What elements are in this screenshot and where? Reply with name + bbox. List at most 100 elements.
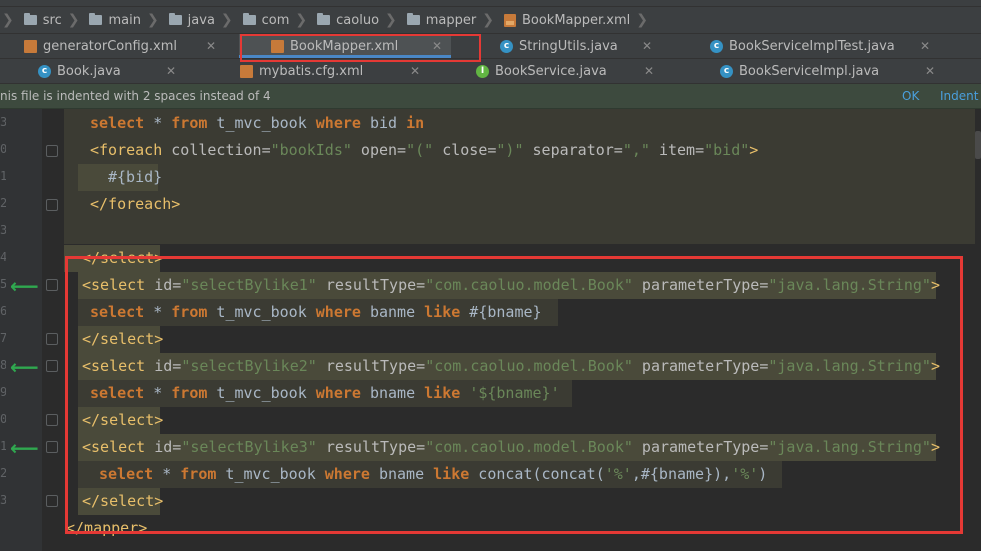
- tab-stringutils[interactable]: c StringUtils.java ✕: [500, 34, 660, 58]
- tab-book[interactable]: c Book.java ✕: [38, 59, 188, 83]
- close-icon[interactable]: ✕: [925, 64, 935, 78]
- breadcrumb-item-java[interactable]: java ❯: [163, 7, 237, 33]
- tab-label: StringUtils.java: [519, 38, 618, 54]
- breadcrumb-item-caoluo[interactable]: caoluo ❯: [311, 7, 401, 33]
- chevron-right-icon: ❯: [385, 12, 397, 28]
- code-token: ",": [622, 141, 650, 159]
- line-number: 3: [0, 493, 6, 507]
- breadcrumb-label: com: [261, 12, 290, 28]
- tab-label: BookServiceImpl.java: [739, 63, 880, 79]
- editor-tabs-row-1: generatorConfig.xml ✕ BookMapper.xml ✕ c…: [0, 34, 981, 59]
- folder-icon: [89, 13, 103, 25]
- fold-marker-icon[interactable]: [46, 333, 58, 345]
- indent-notification-bar: nis file is indented with 2 spaces inste…: [0, 84, 981, 109]
- code-line: </foreach>: [90, 191, 180, 218]
- code-token: in: [406, 114, 425, 132]
- breadcrumb-item-com[interactable]: com ❯: [237, 7, 312, 33]
- arrow-left-icon: ⟵: [10, 274, 39, 298]
- code-line: #{bid}: [108, 164, 162, 191]
- tab-label: generatorConfig.xml: [43, 38, 178, 54]
- line-number: 8: [0, 358, 6, 372]
- tab-label: Book.java: [57, 63, 121, 79]
- folder-icon: [242, 13, 256, 25]
- code-token: "bid": [704, 141, 750, 159]
- fold-column: [42, 109, 64, 551]
- breadcrumb-label: BookMapper.xml: [521, 12, 631, 28]
- folder-icon: [168, 13, 182, 25]
- code-token: "bookIds": [270, 141, 352, 159]
- code-token: close=: [433, 141, 497, 159]
- chevron-right-icon: ❯: [220, 12, 233, 28]
- fold-marker-icon[interactable]: [46, 414, 58, 426]
- tab-mybatis-cfg[interactable]: mybatis.cfg.xml ✕: [240, 59, 440, 83]
- chevron-right-icon: ❯: [295, 12, 308, 28]
- line-number: 4: [0, 250, 6, 264]
- ok-link[interactable]: OK: [902, 89, 919, 103]
- tab-bookservice[interactable]: I BookService.java ✕: [476, 59, 656, 83]
- line-number: 9: [0, 385, 6, 399]
- chevron-right-icon: ❯: [146, 12, 159, 28]
- breadcrumb-label: caoluo: [336, 12, 380, 28]
- code-token: #{bid}: [108, 168, 163, 186]
- folder-icon: [23, 13, 37, 25]
- annotation-highlight-tab: [240, 34, 481, 62]
- code-token: >: [749, 141, 759, 159]
- code-token: item=: [649, 141, 705, 159]
- tab-bookserviceimpl[interactable]: c BookServiceImpl.java ✕: [720, 59, 940, 83]
- xml-file-icon: [240, 64, 253, 78]
- fold-marker-icon[interactable]: [46, 279, 58, 291]
- tab-bookserviceimpltest[interactable]: c BookServiceImplTest.java ✕: [710, 34, 940, 58]
- code-token: separator=: [523, 141, 623, 159]
- code-token: *: [144, 114, 172, 132]
- fold-marker-icon[interactable]: [46, 495, 58, 507]
- close-icon[interactable]: ✕: [644, 64, 654, 78]
- class-icon: c: [710, 39, 723, 53]
- breadcrumb: ❯ src ❯ main ❯ java ❯ com ❯ caoluo ❯ mapper ❯ …: [0, 7, 981, 34]
- close-icon[interactable]: ✕: [410, 64, 420, 78]
- line-number: 3: [0, 115, 6, 129]
- code-token: collection=: [162, 141, 271, 159]
- indent-link[interactable]: Indent: [940, 89, 978, 103]
- breadcrumb-item-src[interactable]: src ❯: [18, 7, 84, 33]
- folder-icon: [406, 13, 420, 25]
- line-number: 7: [0, 331, 6, 345]
- code-token: "(": [406, 141, 434, 159]
- vertical-scrollbar-thumb[interactable]: [975, 131, 981, 159]
- close-icon[interactable]: ✕: [642, 39, 652, 53]
- line-number: 5: [0, 277, 6, 291]
- line-number: 0: [0, 142, 6, 156]
- arrow-left-icon: ⟵: [10, 436, 39, 460]
- breadcrumb-item-file[interactable]: BookMapper.xml ❯: [498, 7, 652, 33]
- code-token: bid: [360, 114, 407, 132]
- close-icon[interactable]: ✕: [206, 39, 216, 53]
- chevron-right-icon: ❯: [482, 12, 494, 28]
- editor-tabs-row-2: c Book.java ✕ mybatis.cfg.xml ✕ I BookSe…: [0, 59, 981, 84]
- code-token: <foreach: [90, 141, 163, 159]
- chevron-right-icon: ❯: [67, 12, 80, 28]
- xml-file-icon: [503, 13, 516, 27]
- breadcrumb-label: java: [187, 12, 215, 28]
- tab-label: BookServiceImplTest.java: [729, 38, 895, 54]
- breadcrumb-item-main[interactable]: main ❯: [83, 7, 162, 33]
- breadcrumb-label: src: [42, 12, 62, 28]
- breadcrumb-item-mapper[interactable]: mapper ❯: [401, 7, 498, 33]
- breadcrumb-edge: ❯: [2, 12, 14, 28]
- fold-marker-icon[interactable]: [46, 441, 58, 453]
- line-number: 3: [0, 223, 6, 237]
- line-number: 1: [0, 439, 6, 453]
- code-token: t_mvc_book: [207, 114, 316, 132]
- close-icon[interactable]: ✕: [920, 39, 930, 53]
- fold-marker-icon[interactable]: [46, 199, 58, 211]
- fold-marker-icon[interactable]: [46, 145, 58, 157]
- notification-message: nis file is indented with 2 spaces inste…: [0, 89, 271, 103]
- line-number: 1: [0, 169, 6, 183]
- fold-marker-icon[interactable]: [46, 360, 58, 372]
- tab-generatorconfig[interactable]: generatorConfig.xml ✕: [24, 34, 238, 58]
- class-icon: c: [500, 39, 513, 53]
- title-strip: [0, 0, 981, 7]
- interface-icon: I: [476, 64, 489, 78]
- breadcrumb-label: mapper: [425, 12, 477, 28]
- close-icon[interactable]: ✕: [166, 64, 176, 78]
- code-token: open=: [351, 141, 407, 159]
- tab-label: mybatis.cfg.xml: [259, 63, 364, 79]
